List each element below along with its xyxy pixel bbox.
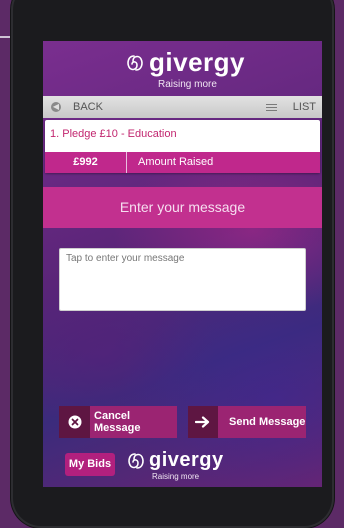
footer-logo: givergy Raising more — [126, 449, 224, 481]
back-arrow-icon: ◀ — [51, 102, 61, 112]
message-placeholder: Tap to enter your message — [66, 253, 185, 264]
givergy-mark-icon — [128, 452, 144, 469]
lot-title: 1. Pledge £10 - Education — [50, 128, 177, 140]
nav-bar: ◀ BACK LIST — [43, 96, 322, 118]
lot-card: 1. Pledge £10 - Education £992 Amount Ra… — [45, 120, 320, 173]
arrow-right-icon — [195, 416, 210, 428]
header-logo: givergy Raising more — [125, 47, 245, 90]
cancel-message-button[interactable]: Cancel Message — [59, 406, 177, 438]
send-message-button[interactable]: Send Message — [188, 406, 306, 438]
app-screen: givergy Raising more ◀ BACK LIST 1. Pled… — [43, 41, 322, 487]
send-icon-box — [188, 406, 218, 438]
footer-brand-tagline: Raising more — [152, 472, 200, 481]
givergy-mark-icon — [127, 54, 143, 71]
cancel-icon-box — [59, 406, 91, 438]
brand-name: givergy — [149, 47, 245, 77]
cancel-message-label: Cancel Message — [94, 410, 141, 434]
brand-tagline: Raising more — [158, 79, 217, 90]
menu-icon — [265, 102, 277, 113]
send-message-label: Send Message — [229, 416, 306, 428]
list-label: LIST — [292, 101, 316, 113]
list-button[interactable]: LIST — [265, 96, 322, 118]
amount-raised-value: £992 — [45, 152, 127, 173]
close-icon — [68, 415, 81, 429]
back-button[interactable]: ◀ BACK — [43, 96, 103, 118]
my-bids-button[interactable]: My Bids — [65, 453, 115, 476]
amount-raised-label: Amount Raised — [138, 156, 214, 168]
lot-amount-row: £992 Amount Raised — [45, 152, 320, 173]
back-label: BACK — [73, 101, 103, 113]
message-header: Enter your message — [43, 187, 322, 228]
message-input[interactable]: Tap to enter your message — [59, 248, 306, 311]
footer-brand-name: givergy — [149, 449, 224, 471]
